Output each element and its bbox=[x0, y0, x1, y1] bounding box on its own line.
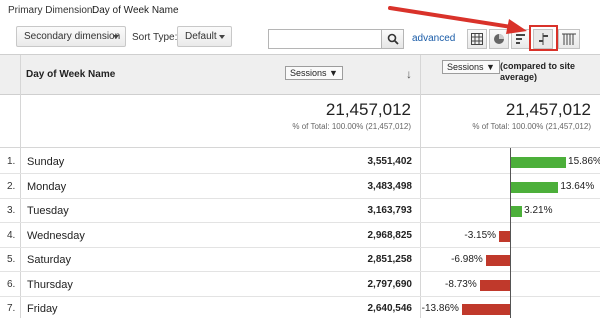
sessions-total: 21,457,012 bbox=[325, 100, 411, 119]
percent-label: 3.21% bbox=[524, 205, 553, 216]
day-name-link[interactable]: Thursday bbox=[27, 279, 73, 291]
sessions-value: 3,163,793 bbox=[367, 205, 413, 216]
primary-dimension-bar: Primary Dimension: Day of Week Name bbox=[0, 0, 600, 21]
sessions-total-pct: % of Total: 100.00% (21,457,012) bbox=[292, 122, 411, 131]
compare-metric-select[interactable]: Sessions ▼ bbox=[442, 60, 500, 74]
chevron-down-icon bbox=[113, 35, 119, 39]
percent-label: -6.98% bbox=[451, 254, 483, 265]
day-name-link[interactable]: Monday bbox=[27, 181, 66, 193]
sessions-value: 3,551,402 bbox=[367, 156, 413, 167]
row-number: 6. bbox=[7, 278, 16, 290]
day-name-link[interactable]: Saturday bbox=[27, 254, 71, 266]
chevron-down-icon bbox=[219, 35, 225, 39]
compare-header-text: (compared to site average) bbox=[500, 61, 576, 82]
negative-bar bbox=[499, 230, 510, 242]
percent-label: 15.86% bbox=[568, 156, 600, 167]
sessions-value: 2,640,546 bbox=[367, 303, 413, 314]
primary-dimension-value[interactable]: Day of Week Name bbox=[92, 5, 179, 16]
negative-bar bbox=[479, 279, 510, 291]
table-icon bbox=[471, 33, 483, 45]
sessions-value: 3,483,498 bbox=[367, 180, 413, 192]
negative-bar bbox=[485, 255, 510, 266]
view-table-button[interactable] bbox=[467, 29, 487, 49]
day-name-link[interactable]: Sunday bbox=[27, 156, 64, 168]
positive-bar bbox=[511, 206, 523, 217]
search-icon bbox=[387, 33, 399, 45]
table-toolbar: Secondary dimension Sort Type: Default a… bbox=[0, 21, 600, 54]
secondary-dimension-button[interactable]: Secondary dimension bbox=[16, 26, 126, 47]
view-pivot-button[interactable] bbox=[558, 29, 580, 49]
performance-icon bbox=[516, 34, 525, 44]
secondary-dimension-label: Secondary dimension bbox=[24, 31, 121, 42]
row-number: 3. bbox=[7, 205, 16, 216]
metric-select[interactable]: Sessions ▼ bbox=[285, 66, 343, 80]
pie-icon bbox=[494, 34, 504, 44]
compare-total-pct: % of Total: 100.00% (21,457,012) bbox=[472, 122, 591, 131]
view-pie-button[interactable] bbox=[489, 29, 509, 49]
pivot-icon bbox=[562, 33, 576, 45]
sessions-value: 2,968,825 bbox=[367, 229, 413, 241]
view-performance-button[interactable] bbox=[511, 29, 531, 49]
primary-dimension-label: Primary Dimension: bbox=[8, 5, 96, 16]
sort-type-dropdown[interactable]: Default bbox=[177, 26, 232, 47]
totals-row: 21,457,012 % of Total: 100.00% (21,457,0… bbox=[0, 96, 600, 148]
percent-label: 13.64% bbox=[560, 180, 595, 192]
sessions-value: 2,797,690 bbox=[367, 278, 413, 290]
row-number: 7. bbox=[7, 303, 16, 314]
day-name-link[interactable]: Wednesday bbox=[27, 230, 85, 242]
search-input[interactable] bbox=[268, 29, 382, 49]
compare-total: 21,457,012 bbox=[505, 100, 591, 119]
percent-label: -8.73% bbox=[445, 278, 477, 290]
positive-bar bbox=[511, 157, 567, 168]
row-number: 5. bbox=[7, 254, 16, 265]
row-number: 2. bbox=[7, 180, 16, 192]
percent-label: -13.86% bbox=[421, 303, 459, 314]
advanced-filter-link[interactable]: advanced bbox=[412, 33, 455, 44]
sort-type-value: Default bbox=[185, 31, 217, 42]
sort-type-label: Sort Type: bbox=[132, 32, 178, 43]
negative-bar bbox=[461, 304, 510, 315]
search-button[interactable] bbox=[382, 29, 404, 49]
percent-label: -3.15% bbox=[464, 229, 497, 241]
row-number: 1. bbox=[7, 156, 16, 167]
sort-desc-icon[interactable]: ↓ bbox=[406, 67, 412, 81]
dimension-header[interactable]: Day of Week Name bbox=[26, 69, 115, 80]
comparison-view-highlight bbox=[529, 25, 558, 51]
comparison-axis bbox=[510, 148, 511, 318]
table-header: Day of Week Name Sessions ▼ ↓ Sessions ▼… bbox=[0, 55, 600, 95]
sessions-value: 2,851,258 bbox=[367, 254, 413, 265]
data-table: Day of Week Name Sessions ▼ ↓ Sessions ▼… bbox=[0, 54, 600, 318]
row-number: 4. bbox=[7, 229, 16, 241]
day-name-link[interactable]: Tuesday bbox=[27, 205, 69, 217]
day-name-link[interactable]: Friday bbox=[27, 303, 58, 315]
positive-bar bbox=[511, 181, 559, 193]
